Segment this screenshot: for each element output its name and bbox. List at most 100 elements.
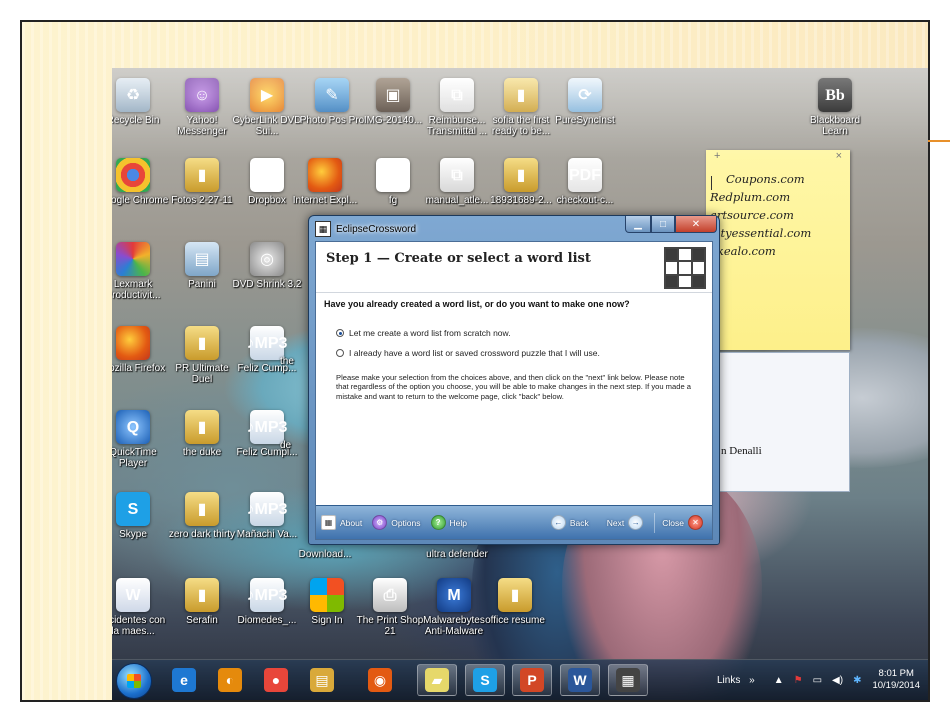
desktop-icon-img[interactable]: ▣ IMG-20140... — [356, 78, 430, 126]
links-chevron-icon[interactable]: » — [749, 675, 755, 686]
option-create-word-list[interactable]: Let me create a word list from scratch n… — [336, 328, 511, 338]
desktop-icon-manachi[interactable]: ♪MP3 Mañachi Va... — [230, 492, 304, 540]
desktop-icon-internet-explorer[interactable]: Internet Expl... — [288, 158, 362, 206]
about-icon: ▦ — [321, 515, 336, 530]
desktop-icon-fotos-folder[interactable]: ▮ Fotos 2-27-11 — [165, 158, 239, 206]
desktop-icon-mozilla-firefox[interactable]: Mozilla Firefox — [112, 326, 170, 374]
background-window[interactable]: n Denalli — [716, 352, 850, 492]
pdf-file-icon: PDF — [568, 158, 602, 192]
desktop-icon-ultra-defender[interactable]: ultra defender — [412, 549, 502, 560]
recycle-bin-icon: ♻ — [116, 78, 150, 112]
desktop-icon-the-duke[interactable]: ▮ the duke — [165, 410, 239, 458]
print-shop-icon: ⎙ — [373, 578, 407, 612]
options-button[interactable]: ⚙ Options — [367, 515, 425, 530]
taskbar-firefox-button[interactable]: ◉ — [360, 664, 400, 696]
sticky-note-line: altyessential.com — [710, 226, 812, 240]
desktop-icon-18931689[interactable]: ▮ 18931689-2... — [484, 158, 558, 206]
show-hidden-icons-icon[interactable]: ▲ — [774, 675, 784, 686]
desktop-icon-google-chrome[interactable]: Google Chrome — [112, 158, 170, 206]
step-heading: Step 1 — Create or select a word list — [326, 251, 591, 266]
taskbar-cyberlink-button[interactable]: ◐ — [210, 664, 250, 696]
desktop-icon-skype[interactable]: S Skype — [112, 492, 170, 540]
desktop-icon-puresyncinst[interactable]: ⟳ PureSyncInst — [548, 78, 622, 126]
folder-icon: ▮ — [498, 578, 532, 612]
desktop-icon-incidentes[interactable]: W Incidentes con la maes... — [112, 578, 170, 637]
cyberlink-icon: ▶ — [250, 78, 284, 112]
taskbar-skype-button[interactable]: S — [465, 664, 505, 696]
taskbar-chrome-button[interactable]: ● — [256, 664, 296, 696]
taskbar-eclipsecrossword-button[interactable]: ▦ — [608, 664, 648, 696]
desktop-icon-fg[interactable]: e fg — [356, 158, 430, 206]
desktop-icon-blackboard[interactable]: Bb Blackboard Learn — [798, 78, 872, 137]
links-toolbar[interactable]: Links » — [717, 675, 755, 686]
sticky-note[interactable]: + × Coupons.com Redplum.com artsource.co… — [706, 150, 850, 350]
accent-line — [928, 140, 950, 142]
lexmark-icon — [116, 242, 150, 276]
add-note-icon[interactable]: + — [714, 150, 720, 164]
taskbar-powerpoint-button[interactable]: P — [512, 664, 552, 696]
desktop-icon-photo-pos-pro[interactable]: ✎ Photo Pos Pro — [295, 78, 369, 126]
taskbar-word-button[interactable]: W — [560, 664, 600, 696]
start-button[interactable] — [116, 663, 152, 699]
network-icon[interactable]: ▭ — [813, 675, 822, 686]
desktop-icon-download[interactable]: Download... — [288, 549, 362, 560]
help-button[interactable]: ? Help — [426, 515, 472, 530]
maximize-button[interactable]: □ — [651, 216, 675, 233]
taskbar-sticky-notes-button[interactable]: ▰ — [417, 664, 457, 696]
folder-icon: ▮ — [504, 158, 538, 192]
desktop-icon-recycle-bin[interactable]: ♻ Recycle Bin — [112, 78, 170, 126]
close-icon: ✕ — [688, 515, 703, 530]
eclipsecrossword-dialog[interactable]: ▦ EclipseCrossword ▁ □ ✕ Step 1 — Create… — [308, 215, 720, 545]
desktop-icon-yahoo-messenger[interactable]: ☺ Yahoo! Messenger — [165, 78, 239, 137]
mp3-file-icon: ♪MP3 — [247, 326, 287, 360]
taskbar-internet-explorer-button[interactable]: e — [164, 664, 204, 696]
word-doc-icon: W — [116, 578, 150, 612]
sticky-note-line: artsource.com — [710, 208, 794, 222]
dropbox-icon: ◆ — [250, 158, 284, 192]
folder-icon: ▮ — [185, 326, 219, 360]
desktop-icon-panini[interactable]: ▤ Panini — [165, 242, 239, 290]
desktop-icon-dvd-shrink[interactable]: ◎ DVD Shrink 3.2 — [230, 242, 304, 290]
folder-icon: ▮ — [185, 578, 219, 612]
step-question: Have you already created a word list, or… — [324, 299, 630, 309]
desktop-icon-zero-dark-thirty[interactable]: ▮ zero dark thirty — [165, 492, 239, 540]
action-center-flag-icon[interactable]: ⚑ — [794, 675, 803, 686]
desktop-icon-reimbursement[interactable]: ⧉ Reimburse... Transmittal ... — [420, 78, 494, 137]
desktop-icon-office-resume[interactable]: ▮ office resume — [478, 578, 552, 626]
close-note-icon[interactable]: × — [836, 150, 842, 164]
desktop-icon-pr-ultimate[interactable]: ▮ PR Ultimate Duel — [165, 326, 239, 385]
eclipsecrossword-icon: ▦ — [616, 668, 640, 692]
minimize-button[interactable]: ▁ — [625, 216, 651, 233]
desktop-icon-quicktime[interactable]: Q QuickTime Player — [112, 410, 170, 469]
clock[interactable]: 8:01 PM 10/19/2014 — [872, 668, 920, 692]
sticky-notes-icon: ▰ — [425, 668, 449, 692]
desktop-icon-lexmark[interactable]: Lexmark Productivit... — [112, 242, 170, 301]
next-button[interactable]: Next → — [602, 515, 652, 530]
radio-existing-word-list[interactable] — [336, 349, 344, 357]
volume-icon[interactable]: ◀) — [832, 675, 843, 686]
back-button[interactable]: ← Back — [546, 515, 594, 530]
firefox-icon: ◉ — [368, 668, 392, 692]
dialog-title: EclipseCrossword — [336, 223, 417, 235]
folder-icon: ▮ — [185, 158, 219, 192]
footer-separator — [654, 512, 656, 533]
desktop-icon-print-shop[interactable]: ⎙ The Print Shop 21 — [353, 578, 427, 637]
radio-create-word-list[interactable] — [336, 329, 344, 337]
about-button[interactable]: ▦ About — [316, 515, 367, 530]
desktop-icon-cyberlink[interactable]: ▶ CyberLink DVD Sui... — [230, 78, 304, 137]
option-existing-word-list[interactable]: I already have a word list or saved cros… — [336, 348, 600, 358]
powerpoint-icon: P — [520, 668, 544, 692]
mp3-file-icon: ♪MP3 — [247, 578, 287, 612]
internet-explorer-icon: e — [172, 668, 196, 692]
cyberlink-icon: ◐ — [218, 668, 242, 692]
desktop-icon-serafin[interactable]: ▮ Serafin — [165, 578, 239, 626]
desktop-icon-sofia-folder[interactable]: ▮ sofia the first ready to be... — [484, 78, 558, 137]
desktop-icon-manual[interactable]: ⧉ manual_atle... — [420, 158, 494, 206]
desktop-icon-checkout[interactable]: PDF checkout-c... — [548, 158, 622, 206]
folder-icon: ▮ — [504, 78, 538, 112]
taskbar-file-explorer-button[interactable]: ▤ — [302, 664, 342, 696]
close-button[interactable]: Close ✕ — [657, 515, 712, 530]
window-close-button[interactable]: ✕ — [675, 216, 717, 233]
bluetooth-icon[interactable]: ✱ — [853, 675, 861, 686]
sticky-note-toolbar: + × — [706, 150, 850, 164]
